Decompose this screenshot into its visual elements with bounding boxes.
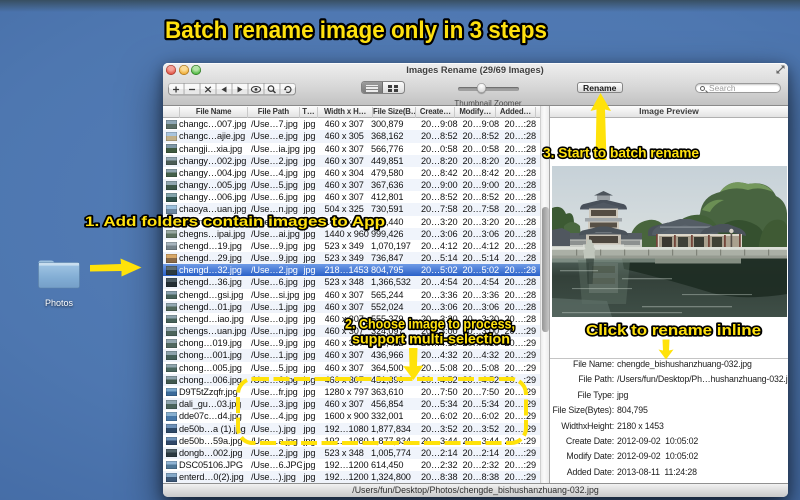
svg-text:Batch rename image only in 3 s: Batch rename image only in 3 steps	[165, 17, 547, 44]
